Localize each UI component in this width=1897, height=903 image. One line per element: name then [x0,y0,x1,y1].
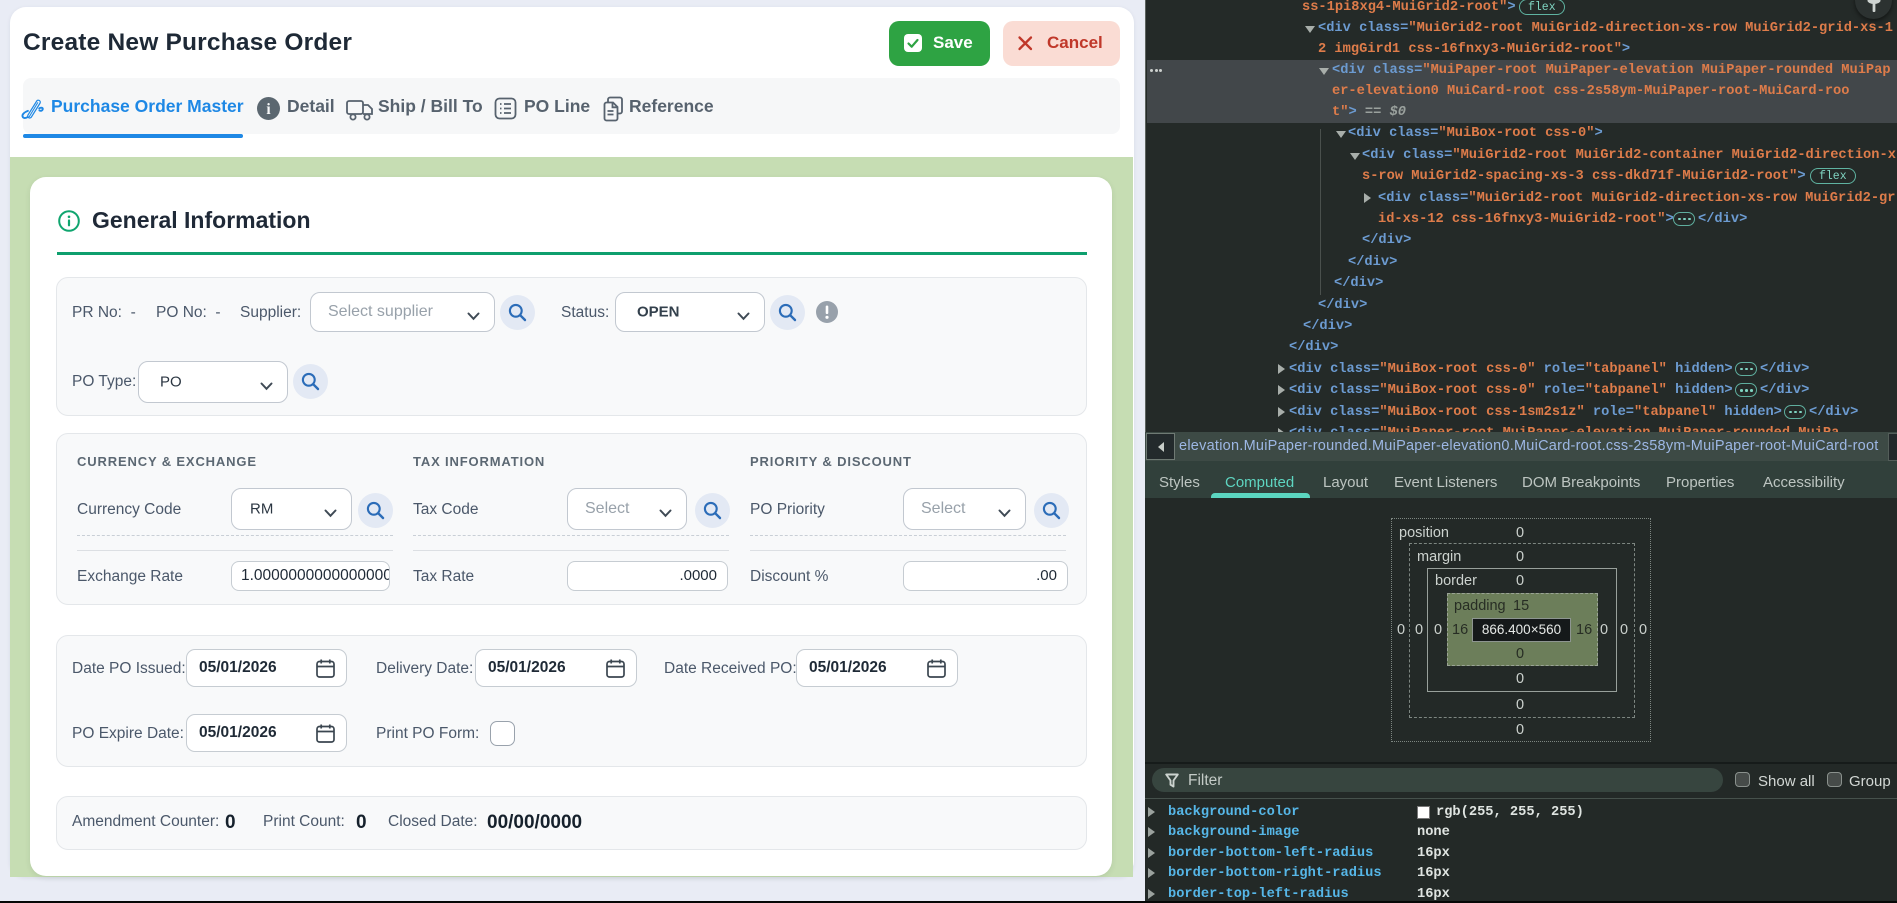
svg-text:i: i [266,101,271,118]
